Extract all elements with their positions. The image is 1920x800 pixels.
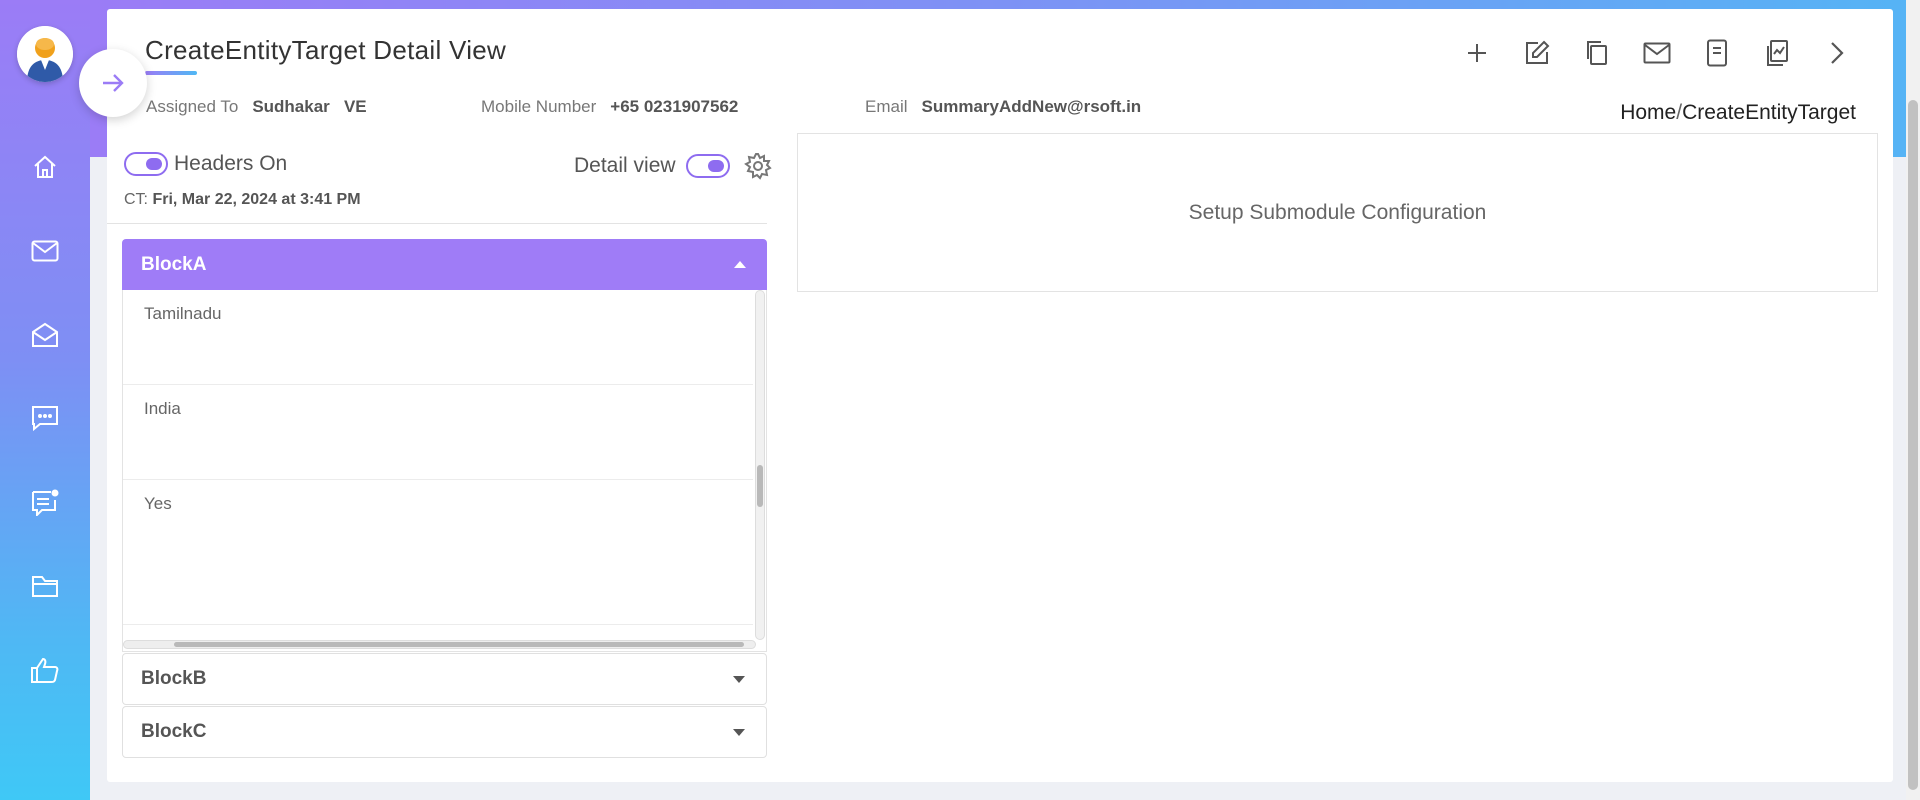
- page-title: CreateEntityTarget Detail View: [145, 35, 507, 65]
- copy-icon[interactable]: [1579, 35, 1615, 71]
- user-avatar[interactable]: [17, 26, 73, 82]
- divider: [107, 223, 767, 224]
- block-c-header[interactable]: BlockC: [122, 706, 767, 758]
- edit-icon[interactable]: [1519, 35, 1555, 71]
- assigned-to-field: Assigned To Sudhakar VE: [146, 97, 367, 117]
- list-item: Tamilnadu: [123, 290, 753, 385]
- email-value[interactable]: SummaryAddNew@rsoft.in: [922, 97, 1142, 116]
- field-value: Tamilnadu: [144, 304, 222, 323]
- email-field: Email SummaryAddNew@rsoft.in: [865, 97, 1141, 117]
- mobile-number-label: Mobile Number: [481, 97, 597, 116]
- plus-icon[interactable]: [1459, 35, 1495, 71]
- mobile-icon[interactable]: [1699, 35, 1735, 71]
- sidebar-toggle-button[interactable]: [79, 49, 147, 117]
- arrow-right-icon: [103, 74, 124, 92]
- detail-view-label: Detail view: [574, 154, 676, 177]
- assigned-to-value[interactable]: Sudhakar VE: [252, 97, 366, 116]
- mobile-number-value[interactable]: +65 0231907562: [610, 97, 738, 116]
- block-a-header[interactable]: BlockA: [122, 239, 767, 290]
- mail-icon[interactable]: [25, 231, 65, 271]
- assigned-to-label: Assigned To: [146, 97, 239, 116]
- ct-label: CT:: [124, 191, 148, 208]
- field-value: India: [144, 399, 181, 418]
- submodule-config-text[interactable]: Setup Submodule Configuration: [1189, 201, 1487, 225]
- folder-icon[interactable]: [25, 566, 65, 606]
- ct-value: Fri, Mar 22, 2024 at 3:41 PM: [152, 191, 361, 208]
- created-time: CT: Fri, Mar 22, 2024 at 3:41 PM: [124, 191, 361, 209]
- breadcrumb-current: CreateEntityTarget: [1682, 101, 1856, 124]
- headers-on-toggle[interactable]: [124, 152, 168, 176]
- block-a-label: BlockA: [141, 253, 207, 275]
- list-item: India: [123, 385, 753, 480]
- mail-icon[interactable]: [1639, 35, 1675, 71]
- breadcrumb-home[interactable]: Home: [1620, 101, 1676, 124]
- mail-open-icon[interactable]: [25, 315, 65, 355]
- mobile-number-field: Mobile Number +65 0231907562: [481, 97, 738, 117]
- toolbar: [1459, 35, 1855, 71]
- vertical-scrollbar-thumb[interactable]: [757, 465, 763, 507]
- block-a-horizontal-scrollbar[interactable]: [123, 640, 756, 649]
- block-b-label: BlockB: [141, 668, 207, 689]
- thumbs-up-icon[interactable]: [25, 650, 65, 690]
- detail-view-control: Detail view: [574, 152, 772, 180]
- home-icon[interactable]: [25, 147, 65, 187]
- submodule-config-panel: Setup Submodule Configuration: [797, 133, 1878, 292]
- report-icon[interactable]: [1759, 35, 1795, 71]
- block-c-label: BlockC: [141, 721, 207, 742]
- list-item: Yes: [123, 480, 753, 625]
- chevron-right-icon[interactable]: [1819, 35, 1855, 71]
- page-scrollbar[interactable]: [1906, 0, 1920, 800]
- horizontal-scrollbar-thumb[interactable]: [174, 642, 744, 647]
- block-a-vertical-scrollbar[interactable]: [755, 290, 765, 640]
- chat-icon[interactable]: [25, 398, 65, 438]
- chevron-down-icon: [733, 728, 745, 736]
- field-value: Yes: [144, 494, 172, 513]
- headers-on-control: Headers On: [124, 152, 287, 176]
- title-underline: [145, 71, 197, 75]
- chevron-up-icon: [734, 261, 746, 268]
- gear-icon[interactable]: [743, 152, 772, 180]
- email-label: Email: [865, 97, 908, 116]
- feedback-icon[interactable]: [25, 482, 65, 522]
- block-a-body: Tamilnadu India Yes: [122, 290, 767, 652]
- breadcrumb: Home/CreateEntityTarget: [1620, 101, 1856, 125]
- detail-card: CreateEntityTarget Detail View Assigned …: [107, 9, 1893, 782]
- block-b-header[interactable]: BlockB: [122, 653, 767, 705]
- chevron-down-icon: [733, 675, 745, 683]
- sidebar: [0, 0, 90, 800]
- page-scrollbar-thumb[interactable]: [1908, 100, 1918, 790]
- detail-view-toggle[interactable]: [685, 154, 730, 178]
- headers-on-label: Headers On: [174, 152, 288, 175]
